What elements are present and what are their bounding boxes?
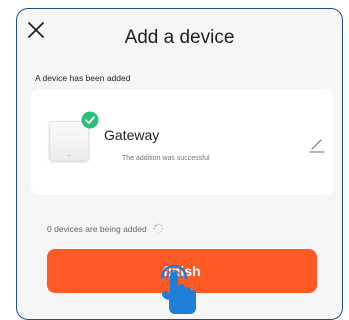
add-device-dialog: Add a device A device has been added Gat…: [16, 8, 343, 320]
spinner-icon: [153, 223, 164, 234]
finish-button[interactable]: finish: [47, 249, 317, 293]
progress-text: 0 devices are being added: [47, 223, 147, 234]
pencil-icon[interactable]: [309, 137, 325, 153]
check-circle-icon: [81, 111, 99, 129]
device-status: The addition was successful: [122, 155, 210, 162]
progress-row: 0 devices are being added: [47, 223, 164, 234]
added-section-label: A device has been added: [35, 73, 131, 83]
device-led: [67, 154, 71, 156]
dialog-header: Add a device: [17, 9, 342, 65]
device-name: Gateway: [104, 127, 160, 143]
device-card[interactable]: Gateway The addition was successful: [31, 89, 333, 195]
page-title: Add a device: [124, 27, 235, 48]
